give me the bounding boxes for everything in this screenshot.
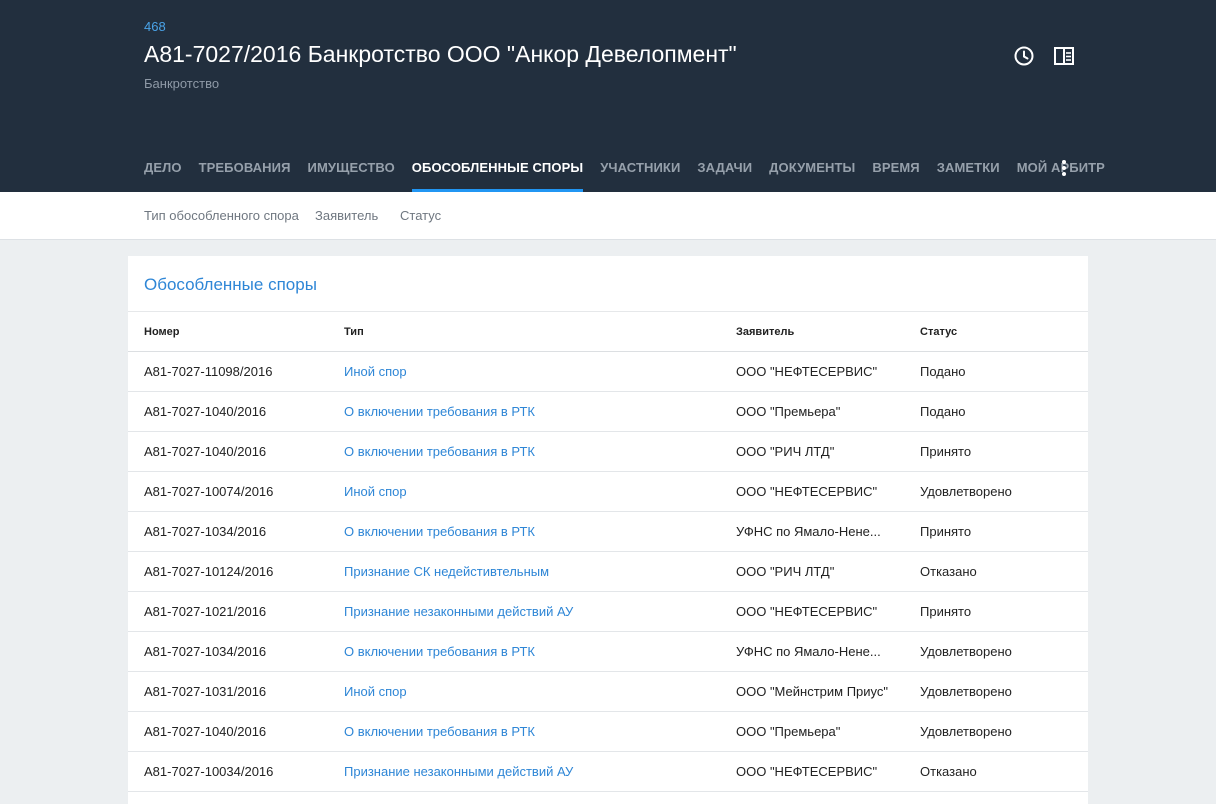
table-row[interactable]: А81-7027-1040/2016 О включении требования… (128, 392, 1088, 432)
case-id[interactable]: 468 (144, 19, 166, 34)
filter-type[interactable]: Тип обособленного спора (144, 208, 299, 223)
table-body: А81-7027-11098/2016 Иной спор ООО "НЕФТЕСЕ… (128, 352, 1088, 792)
table-row[interactable]: А81-7027-1034/2016 О включении требования… (128, 512, 1088, 552)
cell-status: Подано (920, 364, 966, 379)
cell-applicant: ООО "РИЧ ЛТД" (736, 564, 835, 579)
cell-type-link[interactable]: О включении требования в РТК (344, 444, 535, 459)
table-row[interactable]: А81-7027-11098/2016 Иной спор ООО "НЕФТЕСЕ… (128, 352, 1088, 392)
cell-applicant: ООО "НЕФТЕСЕРВИС" (736, 484, 878, 499)
table-row[interactable]: А81-7027-10124/2016 Признание СК недейсти… (128, 552, 1088, 592)
table-row[interactable]: А81-7027-1040/2016 О включении требования… (128, 712, 1088, 752)
table-header: Номер Тип Заявитель Статус (128, 312, 1088, 352)
case-header: 468 А81-7027/2016 Банкротство ООО "Анкор… (0, 0, 1216, 192)
cell-applicant: ООО "НЕФТЕСЕРВИС" (736, 604, 878, 619)
cell-number: А81-7027-11098/2016 (144, 364, 273, 379)
history-clock-icon[interactable] (1010, 42, 1038, 70)
cell-status: Подано (920, 404, 966, 419)
cell-status: Принято (920, 444, 972, 459)
cell-number: А81-7027-1031/2016 (144, 684, 267, 699)
cell-applicant: ООО "РИЧ ЛТД" (736, 444, 835, 459)
more-vertical-icon[interactable] (1058, 158, 1070, 178)
table-row[interactable]: А81-7027-1021/2016 Признание незаконными … (128, 592, 1088, 632)
cell-applicant: ООО "НЕФТЕСЕРВИС" (736, 364, 878, 379)
cell-type-link[interactable]: Признание незаконными действий АУ (344, 764, 573, 779)
cell-status: Удовлетворено (920, 724, 1012, 739)
filter-applicant[interactable]: Заявитель (315, 208, 378, 223)
tab-7[interactable]: ВРЕМЯ (872, 150, 919, 192)
cell-type-link[interactable]: Иной спор (344, 684, 407, 699)
filter-status[interactable]: Статус (400, 208, 441, 223)
side-panel-icon[interactable] (1050, 42, 1078, 70)
card-title: Обособленные споры (144, 275, 317, 294)
cell-status: Удовлетворено (920, 684, 1012, 699)
tab-8[interactable]: ЗАМЕТКИ (937, 150, 1000, 192)
column-header-status[interactable]: Статус (920, 326, 957, 338)
tab-3[interactable]: ОБОСОБЛЕННЫЕ СПОРЫ (411, 150, 584, 192)
cell-type-link[interactable]: Признание СК недейстивтельным (344, 564, 549, 579)
column-header-number[interactable]: Номер (144, 326, 180, 338)
page-title: А81-7027/2016 Банкротство ООО "Анкор Дев… (144, 41, 737, 67)
table-row[interactable]: А81-7027-10074/2016 Иной спор ООО "НЕФТЕСЕ… (128, 472, 1088, 512)
cell-status: Отказано (920, 564, 977, 579)
cell-number: А81-7027-1040/2016 (144, 404, 267, 419)
cell-applicant: ООО "Мейнстрим Приус" (736, 684, 889, 699)
cell-status: Удовлетворено (920, 644, 1012, 659)
cell-number: А81-7027-1040/2016 (144, 724, 267, 739)
cell-type-link[interactable]: Признание незаконными действий АУ (344, 604, 573, 619)
cell-type-link[interactable]: Иной спор (344, 484, 407, 499)
tab-1[interactable]: ТРЕБОВАНИЯ (199, 150, 291, 192)
tab-4[interactable]: УЧАСТНИКИ (600, 150, 680, 192)
cell-number: А81-7027-1040/2016 (144, 444, 267, 459)
cell-number: А81-7027-1021/2016 (144, 604, 267, 619)
cell-number: А81-7027-10074/2016 (144, 484, 274, 499)
case-subtitle: Банкротство (144, 76, 220, 91)
cell-status: Принято (920, 604, 972, 619)
table-row[interactable]: А81-7027-1040/2016 О включении требования… (128, 432, 1088, 472)
table-row[interactable]: А81-7027-10034/2016 Признание незаконными… (128, 752, 1088, 792)
filter-bar: Тип обособленного спора Заявитель Статус (0, 192, 1216, 240)
tab-2[interactable]: ИМУЩЕСТВО (308, 150, 395, 192)
cell-applicant: ООО "Премьера" (736, 724, 841, 739)
column-header-applicant[interactable]: Заявитель (736, 326, 794, 338)
cell-type-link[interactable]: О включении требования в РТК (344, 524, 535, 539)
cell-applicant: ООО "Премьера" (736, 404, 841, 419)
cell-number: А81-7027-1034/2016 (144, 524, 267, 539)
cell-number: А81-7027-1034/2016 (144, 644, 267, 659)
cell-type-link[interactable]: О включении требования в РТК (344, 644, 535, 659)
tab-5[interactable]: ЗАДАЧИ (697, 150, 752, 192)
cell-applicant: ООО "НЕФТЕСЕРВИС" (736, 764, 878, 779)
main-tabs: ДЕЛО ТРЕБОВАНИЯ ИМУЩЕСТВО ОБОСОБЛЕННЫЕ СПОР… (144, 150, 1122, 192)
cell-status: Принято (920, 524, 972, 539)
tab-6[interactable]: ДОКУМЕНТЫ (769, 150, 855, 192)
cell-type-link[interactable]: О включении требования в РТК (344, 724, 535, 739)
cell-applicant: УФНС по Ямало-Нене... (736, 524, 881, 539)
cell-applicant: УФНС по Ямало-Нене... (736, 644, 881, 659)
table-row[interactable]: А81-7027-1031/2016 Иной спор ООО "Мейнстри… (128, 672, 1088, 712)
table-row[interactable]: А81-7027-1034/2016 О включении требования… (128, 632, 1088, 672)
cell-type-link[interactable]: Иной спор (344, 364, 407, 379)
disputes-card: Обособленные споры Номер Тип Заявитель С… (128, 256, 1088, 804)
cell-type-link[interactable]: О включении требования в РТК (344, 404, 535, 419)
column-header-type[interactable]: Тип (344, 326, 364, 338)
cell-number: А81-7027-10034/2016 (144, 764, 274, 779)
tab-0[interactable]: ДЕЛО (144, 150, 182, 192)
cell-number: А81-7027-10124/2016 (144, 564, 274, 579)
cell-status: Отказано (920, 764, 977, 779)
cell-status: Удовлетворено (920, 484, 1012, 499)
